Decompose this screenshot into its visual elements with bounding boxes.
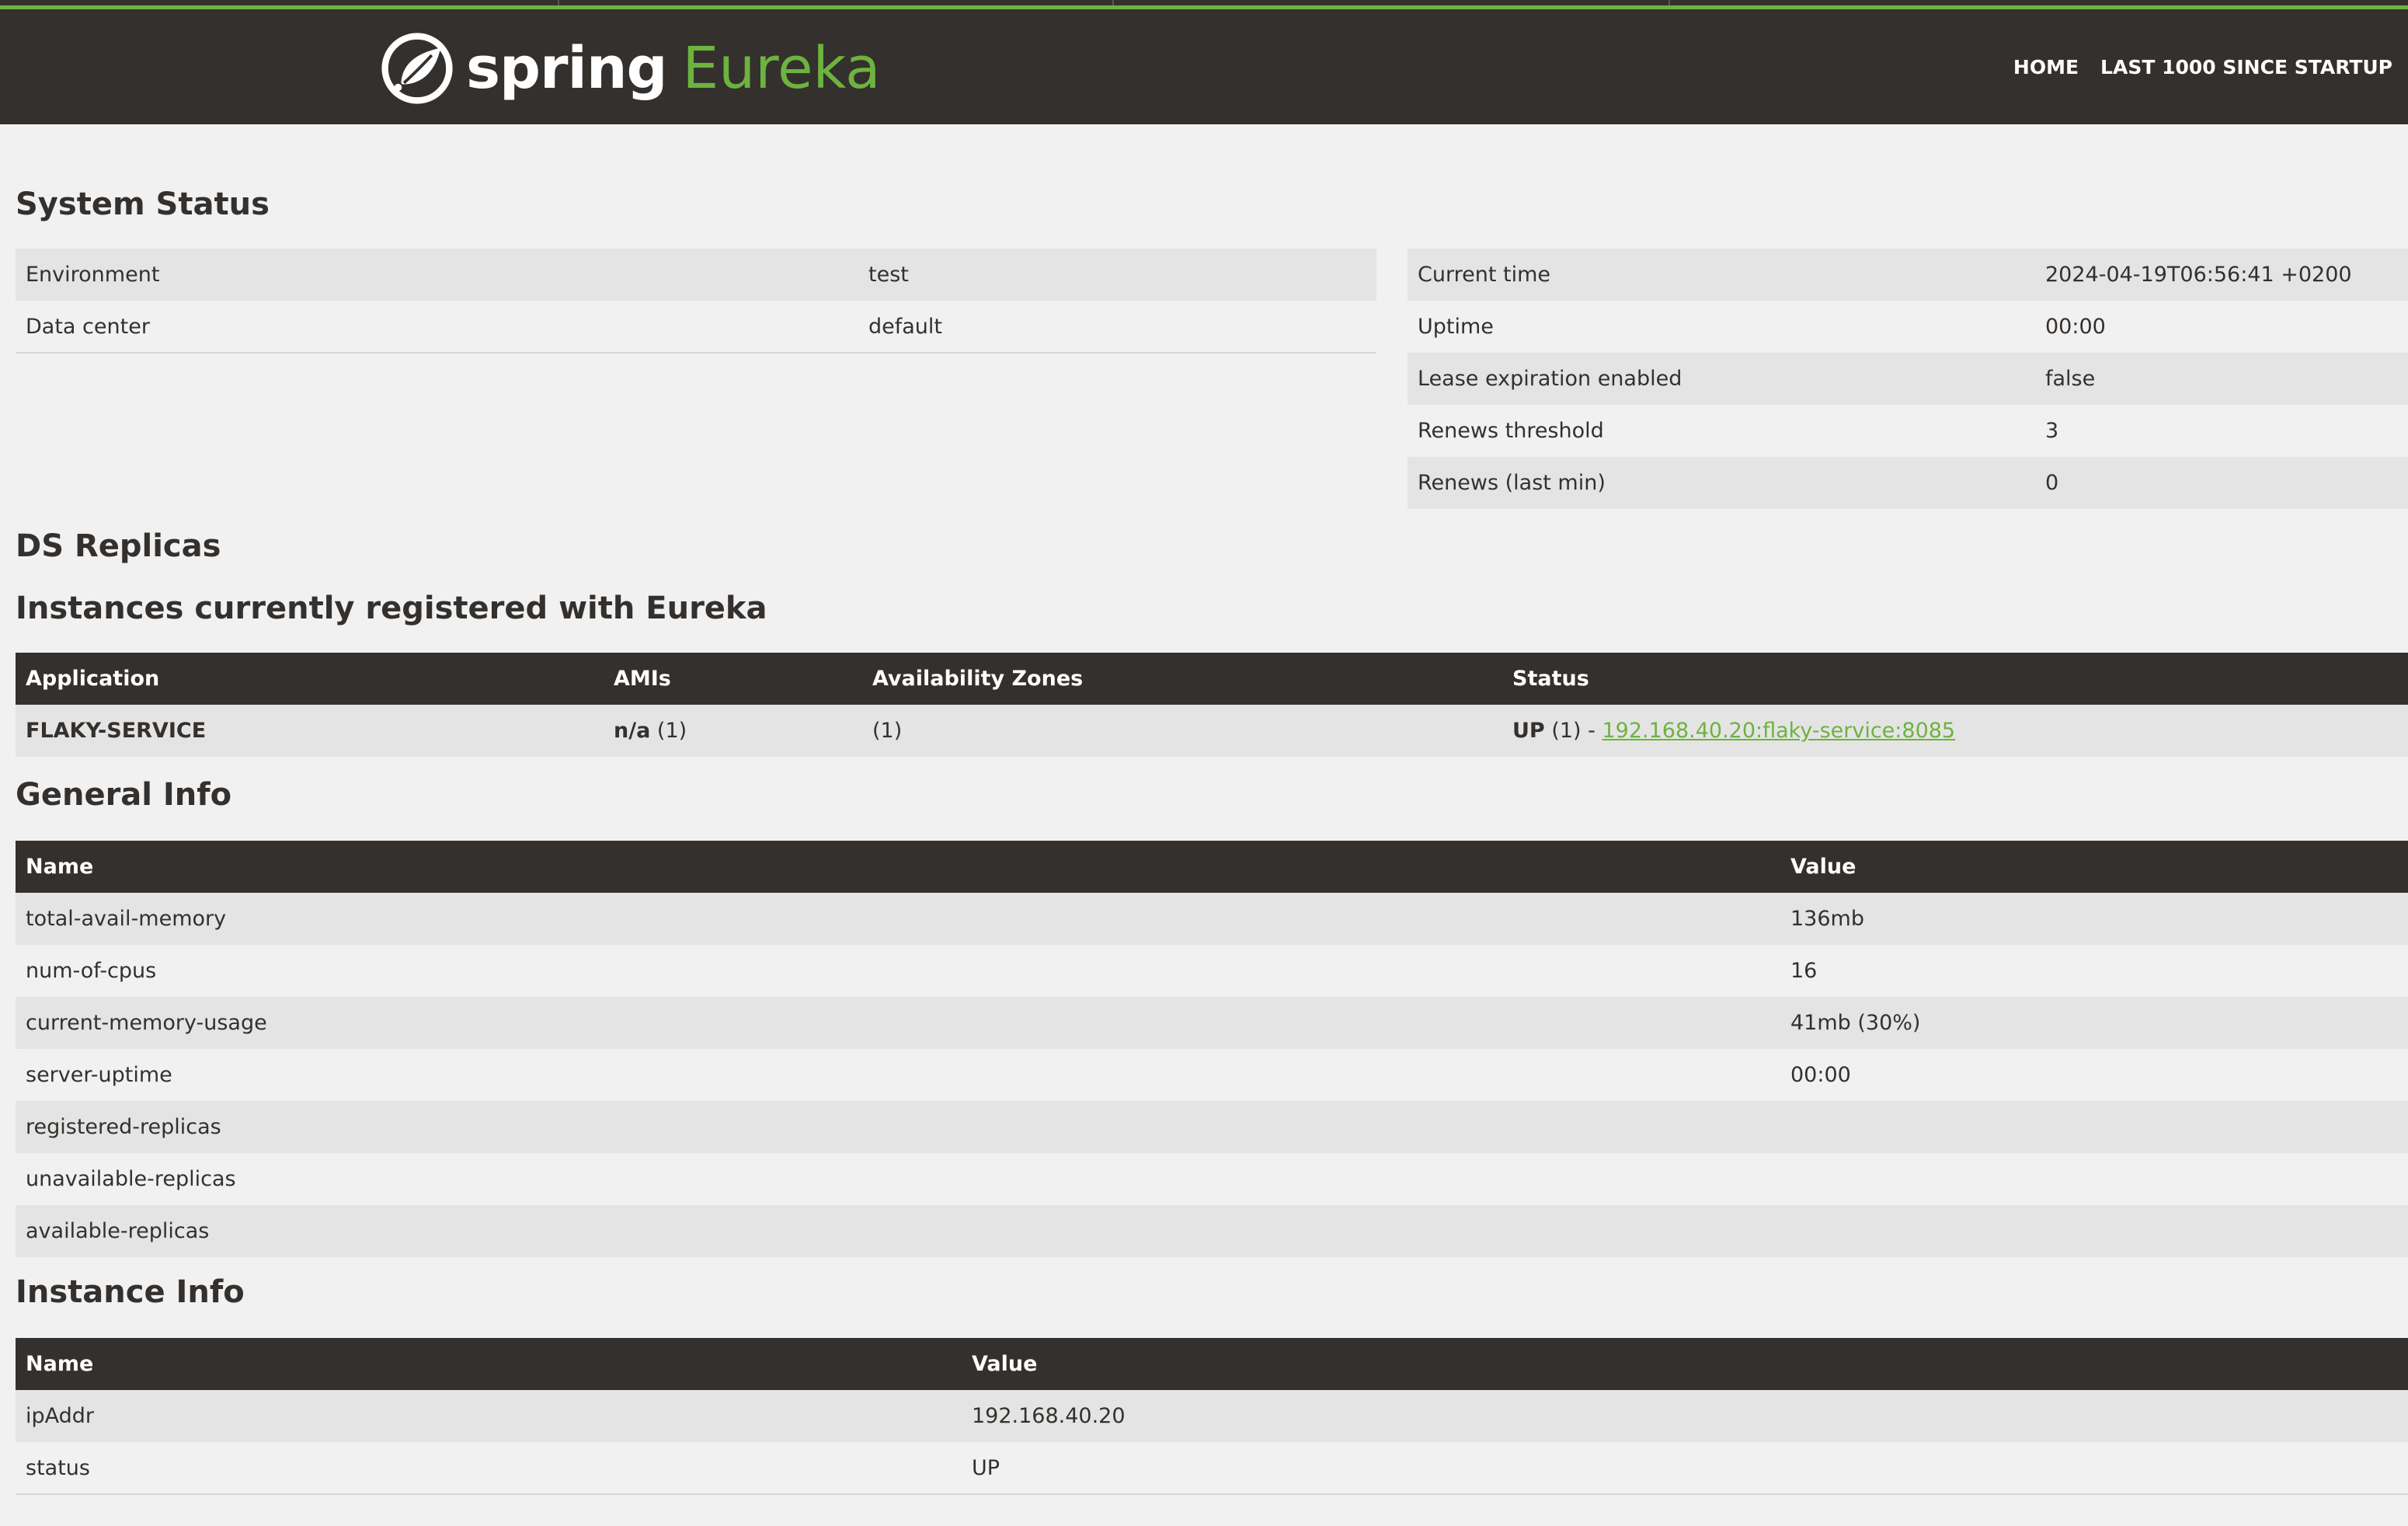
info-name: registered-replicas (26, 1115, 221, 1139)
table-row: Data center default (16, 301, 1376, 353)
nav-links: HOME LAST 1000 SINCE STARTUP (2013, 56, 2392, 78)
table-row: FLAKY-SERVICE n/a (1) (1) UP (1) - 192.1… (16, 705, 2408, 757)
status-value: 00:00 (2045, 315, 2106, 339)
ami-cell: n/a (1) (614, 719, 687, 743)
col-value-header: Value (962, 1338, 2408, 1390)
table-header-row: Name Value (16, 841, 2408, 893)
col-name-header: Name (16, 1338, 962, 1390)
table-row: registered-replicas (16, 1101, 2408, 1153)
info-value: 16 (1790, 959, 1818, 983)
status-value: false (2045, 367, 2096, 391)
system-status-left-table: Environment test Data center default (16, 249, 1376, 354)
status-label: Environment (26, 263, 160, 287)
status-label: Lease expiration enabled (1418, 367, 1682, 391)
status-label: Current time (1418, 263, 1550, 287)
info-value: 136mb (1790, 907, 1864, 931)
col-value-header: Value (1780, 841, 2408, 893)
instance-info-value: 192.168.40.20 (972, 1404, 1126, 1428)
table-row: total-avail-memory 136mb (16, 893, 2408, 945)
status-cell: UP (1) - 192.168.40.20:flaky-service:808… (1512, 719, 1956, 743)
col-application-header: Application (16, 653, 604, 705)
zones-cell: (1) (872, 719, 903, 743)
ds-replicas-heading: DS Replicas (16, 528, 221, 564)
table-row: available-replicas (16, 1205, 2408, 1257)
brand-eureka-text: Eureka (682, 35, 881, 102)
info-name: num-of-cpus (26, 959, 157, 983)
table-header-row: Name Value (16, 1338, 2408, 1390)
info-value (1780, 1205, 2408, 1257)
table-row: Renews threshold 3 (1408, 405, 2408, 457)
instance-info-name: ipAddr (26, 1404, 95, 1428)
info-name: available-replicas (26, 1219, 210, 1243)
table-row: Renews (last min) 0 (1408, 457, 2408, 509)
table-row: unavailable-replicas (16, 1153, 2408, 1205)
table-row: current-memory-usage 41mb (30%) (16, 997, 2408, 1049)
instances-heading: Instances currently registered with Eure… (16, 591, 767, 626)
info-value (1780, 1101, 2408, 1153)
status-label: Renews threshold (1418, 419, 1604, 443)
application-name: FLAKY-SERVICE (26, 719, 207, 743)
col-name-header: Name (16, 841, 1780, 893)
instance-info-heading: Instance Info (16, 1274, 245, 1310)
nav-home-link[interactable]: HOME (2013, 56, 2079, 78)
instance-info-name: status (26, 1455, 90, 1480)
info-value (1780, 1153, 2408, 1205)
system-status-heading: System Status (16, 186, 270, 222)
instances-table: Application AMIs Availability Zones Stat… (16, 653, 2408, 757)
info-name: server-uptime (26, 1063, 172, 1087)
info-name: total-avail-memory (26, 907, 227, 931)
table-header-row: Application AMIs Availability Zones Stat… (16, 653, 2408, 705)
col-zones-header: Availability Zones (862, 653, 1502, 705)
col-amis-header: AMIs (604, 653, 862, 705)
navbar: spring Eureka HOME LAST 1000 SINCE START… (0, 9, 2408, 124)
table-row: Environment test (16, 249, 1376, 301)
nav-last-1000-link[interactable]: LAST 1000 SINCE STARTUP (2100, 56, 2392, 78)
status-value: 2024-04-19T06:56:41 +0200 (2045, 263, 2352, 287)
status-value: default (868, 314, 943, 339)
status-label: Renews (last min) (1418, 471, 1606, 495)
table-row: Uptime 00:00 (1408, 301, 2408, 353)
instance-info-table: Name Value ipAddr 192.168.40.20 status U… (16, 1338, 2408, 1495)
table-row: Current time 2024-04-19T06:56:41 +0200 (1408, 249, 2408, 301)
info-value: 00:00 (1790, 1063, 1851, 1087)
brand-spring-text: spring (466, 35, 668, 102)
col-status-header: Status (1502, 653, 2408, 705)
instance-info-value: UP (972, 1455, 1000, 1480)
info-name: unavailable-replicas (26, 1167, 236, 1191)
system-status-right-table: Current time 2024-04-19T06:56:41 +0200 U… (1408, 249, 2408, 509)
status-value: test (868, 263, 909, 287)
general-info-heading: General Info (16, 777, 232, 813)
spring-eureka-logo[interactable]: spring Eureka (381, 30, 880, 107)
info-name: current-memory-usage (26, 1011, 267, 1035)
table-row: ipAddr 192.168.40.20 (16, 1390, 2408, 1442)
table-row: status UP (16, 1442, 2408, 1494)
info-value: 41mb (30%) (1790, 1011, 1921, 1035)
table-row: Lease expiration enabled false (1408, 353, 2408, 405)
table-row: num-of-cpus 16 (16, 945, 2408, 997)
instance-link[interactable]: 192.168.40.20:flaky-service:8085 (1602, 719, 1955, 743)
status-label: Uptime (1418, 315, 1494, 339)
status-value: 3 (2045, 419, 2059, 443)
status-label: Data center (26, 314, 150, 339)
spring-leaf-icon (381, 33, 453, 104)
status-value: 0 (2045, 471, 2059, 495)
general-info-table: Name Value total-avail-memory 136mb num-… (16, 841, 2408, 1257)
table-row: server-uptime 00:00 (16, 1049, 2408, 1101)
top-accent-bar (0, 0, 2408, 9)
